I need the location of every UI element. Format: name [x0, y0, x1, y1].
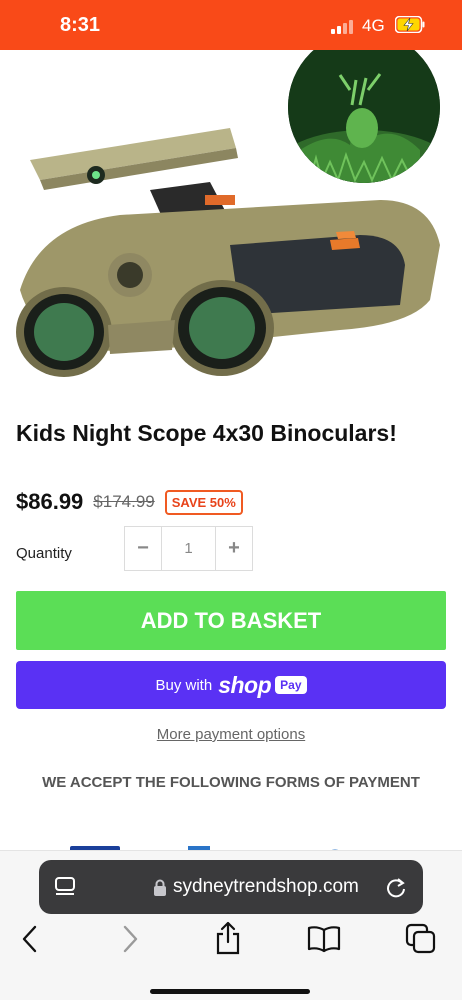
quantity-decrease-button[interactable]: − [125, 527, 161, 570]
address-bar[interactable]: sydneytrendshop.com [39, 860, 423, 914]
sale-price: $86.99 [16, 489, 84, 514]
url-text: sydneytrendshop.com [173, 876, 359, 897]
status-time: 8:31 [60, 14, 101, 36]
night-vision-inset [288, 50, 440, 183]
shop-pay-prefix: Buy with [155, 676, 213, 694]
buy-with-shop-pay-button[interactable]: Buy with shop Pay [16, 661, 446, 709]
product-image[interactable] [0, 50, 462, 380]
save-badge: SAVE 50% [164, 489, 243, 515]
compare-at-price: $174.99 [93, 492, 155, 511]
product-title: Kids Night Scope 4x30 Binoculars! [16, 420, 397, 446]
reader-icon[interactable] [53, 875, 77, 899]
quantity-input[interactable]: 1 [161, 527, 216, 570]
network-type: 4G [362, 16, 385, 35]
bookmarks-icon[interactable] [306, 925, 342, 953]
add-to-basket-button[interactable]: ADD TO BASKET [16, 591, 446, 650]
signal-strength-icon [331, 20, 355, 34]
home-indicator [150, 989, 310, 994]
tabs-icon[interactable] [405, 923, 437, 955]
price-row: $86.99 $174.99 SAVE 50% [16, 486, 243, 518]
status-bar: 8:31 4G [0, 0, 462, 50]
reload-icon[interactable] [385, 876, 407, 898]
browser-toolbar: sydneytrendshop.com [0, 850, 462, 1000]
lock-icon [154, 879, 166, 896]
forward-icon[interactable] [118, 924, 142, 954]
battery-charging-icon [395, 16, 425, 33]
more-payment-options-link[interactable]: More payment options [0, 726, 462, 743]
back-icon[interactable] [18, 924, 42, 954]
share-icon[interactable] [214, 921, 242, 955]
quantity-stepper: − 1 + [124, 526, 253, 571]
quantity-increase-button[interactable]: + [216, 527, 252, 570]
payment-methods-heading: WE ACCEPT THE FOLLOWING FORMS OF PAYMENT [42, 774, 420, 791]
quantity-label: Quantity [16, 545, 72, 562]
pay-badge: Pay [275, 676, 307, 694]
shop-logo: shop [218, 671, 272, 698]
